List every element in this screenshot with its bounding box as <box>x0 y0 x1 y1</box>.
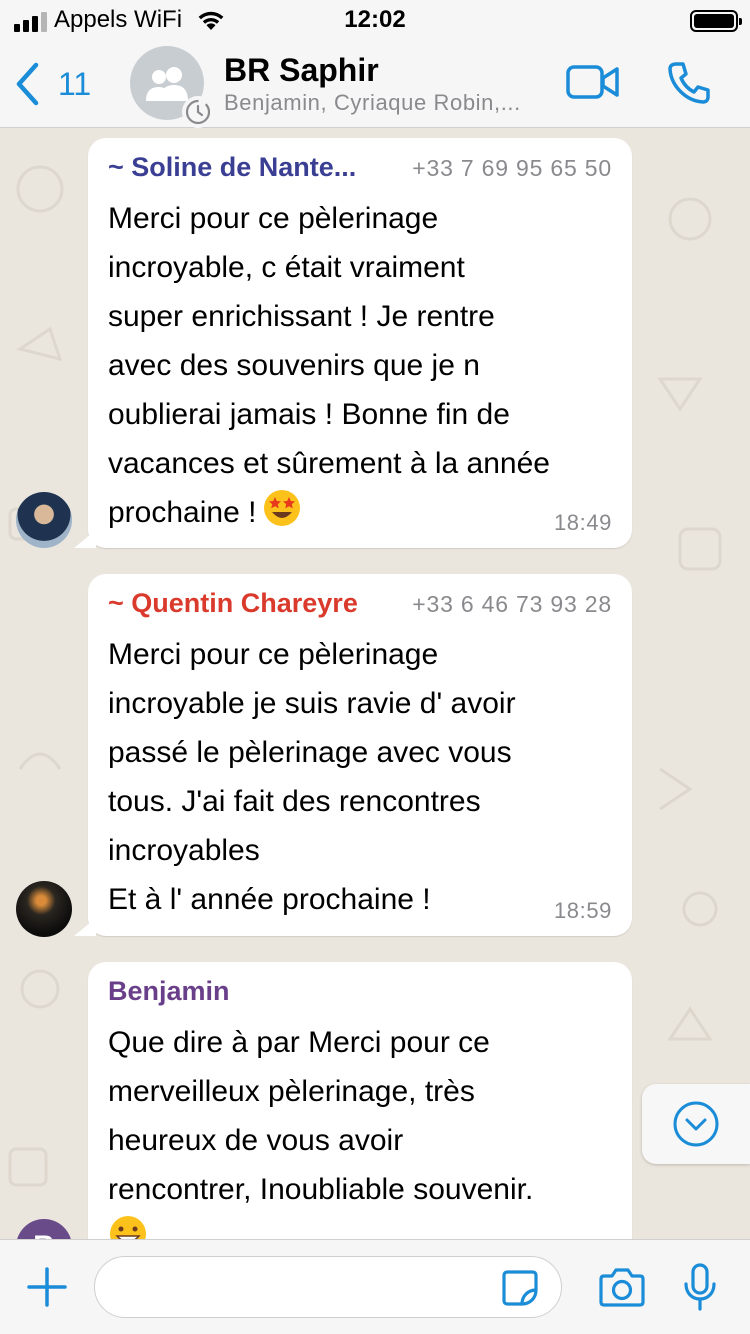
message-bubble[interactable]: Benjamin Que dire à par Merci pour ce me… <box>88 962 632 1239</box>
message-composer <box>0 1239 750 1334</box>
disappearing-timer-icon <box>182 96 214 128</box>
chat-title[interactable]: BR Saphir <box>224 52 379 89</box>
message-input[interactable] <box>94 1256 562 1318</box>
message-text: Merci pour ce pèlerinage incroyable, c é… <box>108 202 550 529</box>
sticker-button[interactable] <box>500 1268 540 1313</box>
scroll-to-bottom-button[interactable] <box>642 1084 750 1164</box>
chat-header: 11 BR Saphir Benjamin, Cyriaque Robin,..… <box>0 40 750 128</box>
chat-messages[interactable]: ~ Soline de Nante... +33 7 69 95 65 50 M… <box>0 129 750 1239</box>
microphone-icon <box>684 1263 716 1311</box>
sender-name[interactable]: Benjamin <box>108 976 230 1007</box>
chevron-down-circle-icon <box>673 1101 719 1147</box>
sender-avatar[interactable] <box>16 881 72 937</box>
sender-avatar[interactable] <box>16 492 72 548</box>
message-text: Merci pour ce pèlerinage incroyable je s… <box>108 638 516 916</box>
voice-call-button[interactable] <box>666 60 712 111</box>
sender-name[interactable]: ~ Soline de Nante... <box>108 152 356 183</box>
sender-name[interactable]: ~ Quentin Chareyre <box>108 588 358 619</box>
message-bubble[interactable]: ~ Quentin Chareyre +33 6 46 73 93 28 Mer… <box>74 574 632 936</box>
message-text: Que dire à par Merci pour ce merveilleux… <box>108 1018 612 1239</box>
sticker-icon <box>502 1270 538 1306</box>
chevron-left-icon <box>16 62 39 106</box>
message-time: 18:59 <box>553 898 612 923</box>
video-camera-icon <box>566 65 619 99</box>
message-time: 18:49 <box>553 510 612 535</box>
video-call-button[interactable] <box>566 64 620 105</box>
back-button[interactable]: 11 <box>14 60 91 108</box>
unread-count: 11 <box>58 65 92 102</box>
plus-icon <box>27 1267 67 1307</box>
grinning-emoji-icon <box>110 1216 146 1239</box>
group-icon <box>146 67 188 101</box>
sender-phone: +33 6 46 73 93 28 <box>412 591 612 617</box>
clock-time: 12:02 <box>344 6 406 33</box>
attach-button[interactable] <box>26 1266 68 1313</box>
message-bubble[interactable]: ~ Soline de Nante... +33 7 69 95 65 50 M… <box>74 138 632 548</box>
camera-icon <box>599 1268 645 1307</box>
status-bar: Appels WiFi 12:02 <box>0 0 750 40</box>
battery-icon <box>690 10 742 32</box>
camera-button[interactable] <box>598 1266 646 1313</box>
sender-phone: +33 7 69 95 65 50 <box>412 155 612 181</box>
microphone-button[interactable] <box>682 1262 718 1317</box>
chat-participants[interactable]: Benjamin, Cyriaque Robin,... <box>224 90 521 116</box>
star-struck-emoji-icon <box>264 490 301 526</box>
phone-icon <box>668 62 710 104</box>
